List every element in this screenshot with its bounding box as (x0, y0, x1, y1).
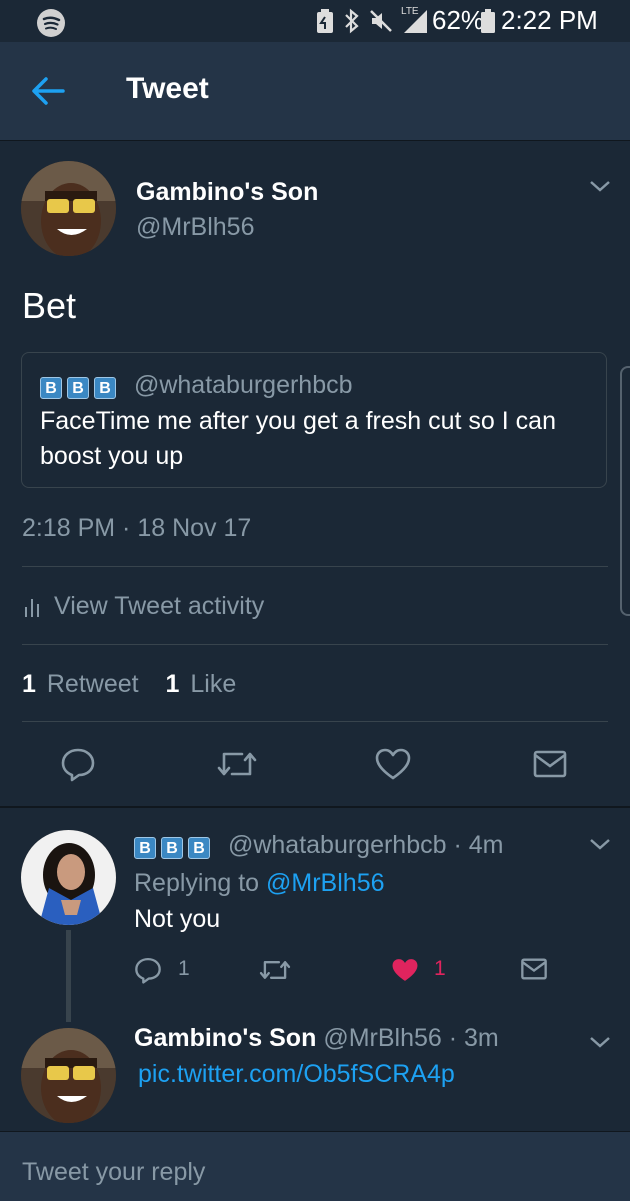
blue-b-badge-icon: B (94, 377, 116, 399)
like-label[interactable]: Like (190, 670, 236, 698)
reply-like-count: 1 (434, 957, 446, 980)
blue-b-badge-icon: B (40, 377, 62, 399)
reply-count: 1 (178, 957, 190, 980)
tweet-menu-chevron[interactable] (588, 836, 612, 852)
battery-percent: 62% (432, 5, 485, 35)
reply-time: · 4m (453, 831, 504, 859)
reply-time: · 3m (448, 1024, 499, 1052)
reply-author: BBB @whataburgerhbcb · 4m (134, 831, 503, 860)
compose-bar: Tweet your reply (0, 1131, 630, 1201)
tweet-menu-chevron[interactable] (588, 1034, 612, 1050)
tweet-menu-chevron[interactable] (588, 178, 612, 194)
blue-b-badge-icon: B (67, 377, 89, 399)
quoted-author: BBB @whataburgerhbcb (40, 371, 353, 400)
back-arrow-icon (32, 77, 65, 105)
quoted-handle: @whataburgerhbcb (133, 371, 353, 399)
author-name: Gambino's Son (136, 178, 319, 206)
mail-icon (521, 958, 547, 980)
scrollbar[interactable] (620, 366, 630, 616)
blue-b-badge-icon: B (188, 837, 210, 859)
reply-input[interactable]: Tweet your reply (22, 1158, 205, 1187)
retweet-button[interactable] (258, 956, 292, 984)
heart-filled-icon (392, 959, 418, 981)
tweet-timestamp: 2:18 PM · 18 Nov 17 (22, 514, 252, 542)
chevron-down-icon (590, 181, 610, 192)
like-count: 1 (165, 670, 180, 698)
like-button[interactable] (374, 746, 412, 782)
mail-icon (533, 750, 567, 778)
bluetooth-icon (342, 8, 362, 34)
tweet-text: Bet (22, 285, 77, 326)
back-button[interactable] (30, 74, 70, 108)
quoted-text-line1: FaceTime me after you get a fresh cut so… (40, 407, 556, 435)
battery-saver-icon (316, 9, 334, 33)
reply-display-name[interactable]: Gambino's Son (134, 1024, 316, 1052)
clock: 2:22 PM (501, 5, 598, 35)
like-button[interactable]: 1 (390, 954, 450, 986)
reply-author: Gambino's Son @MrBlh56 · 3m (134, 1024, 499, 1053)
blue-b-badge-icon: B (134, 837, 156, 859)
reply-button[interactable]: 1 (134, 954, 194, 986)
avatar[interactable] (21, 830, 116, 925)
share-button[interactable] (532, 748, 568, 780)
retweet-count: 1 (22, 670, 36, 698)
divider (22, 721, 608, 722)
reply-icon (135, 957, 161, 984)
quoted-tweet[interactable]: BBB @whataburgerhbcb FaceTime me after y… (21, 352, 607, 488)
blue-b-badge-icon: B (161, 837, 183, 859)
reply-link[interactable]: pic.twitter.com/Ob5fSCRA4p (138, 1060, 455, 1089)
reply-handle[interactable]: @whataburgerhbcb (228, 831, 447, 859)
quoted-text-line2: boost you up (40, 442, 184, 470)
chevron-down-icon (590, 839, 610, 850)
replying-to: Replying to @MrBlh56 (134, 869, 385, 898)
reply-text: Not you (134, 905, 221, 933)
share-button[interactable] (520, 956, 548, 982)
app-header: Tweet (0, 42, 630, 141)
spotify-icon (36, 8, 66, 38)
header-title: Tweet (126, 72, 209, 105)
battery-icon (480, 9, 496, 33)
mute-icon (369, 9, 393, 33)
chevron-down-icon (590, 1037, 610, 1048)
retweet-label[interactable]: Retweet (47, 670, 139, 698)
avatar[interactable] (21, 161, 116, 256)
divider (22, 644, 608, 645)
heart-icon (375, 748, 411, 780)
tweet-stats: 1 Retweet 1 Like (22, 670, 236, 699)
replying-to-handle[interactable]: @MrBlh56 (266, 869, 384, 897)
view-tweet-activity-label: View Tweet activity (54, 592, 265, 620)
reply-handle: @MrBlh56 (323, 1024, 442, 1052)
replying-to-label: Replying to (134, 869, 260, 897)
reply-button[interactable] (60, 746, 96, 782)
section-separator (0, 806, 630, 808)
retweet-icon (217, 752, 257, 776)
thread-line (66, 930, 71, 1022)
retweet-button[interactable] (216, 746, 258, 782)
author-handle: @MrBlh56 (136, 213, 255, 241)
reply-icon (61, 748, 95, 782)
view-tweet-activity[interactable]: View Tweet activity (22, 592, 322, 624)
retweet-icon (259, 961, 291, 979)
analytics-icon (25, 599, 39, 617)
avatar[interactable] (21, 1028, 116, 1123)
status-bar: LTE 62% 2:22 PM (0, 0, 630, 42)
network-label: LTE (401, 6, 419, 17)
divider (22, 566, 608, 567)
